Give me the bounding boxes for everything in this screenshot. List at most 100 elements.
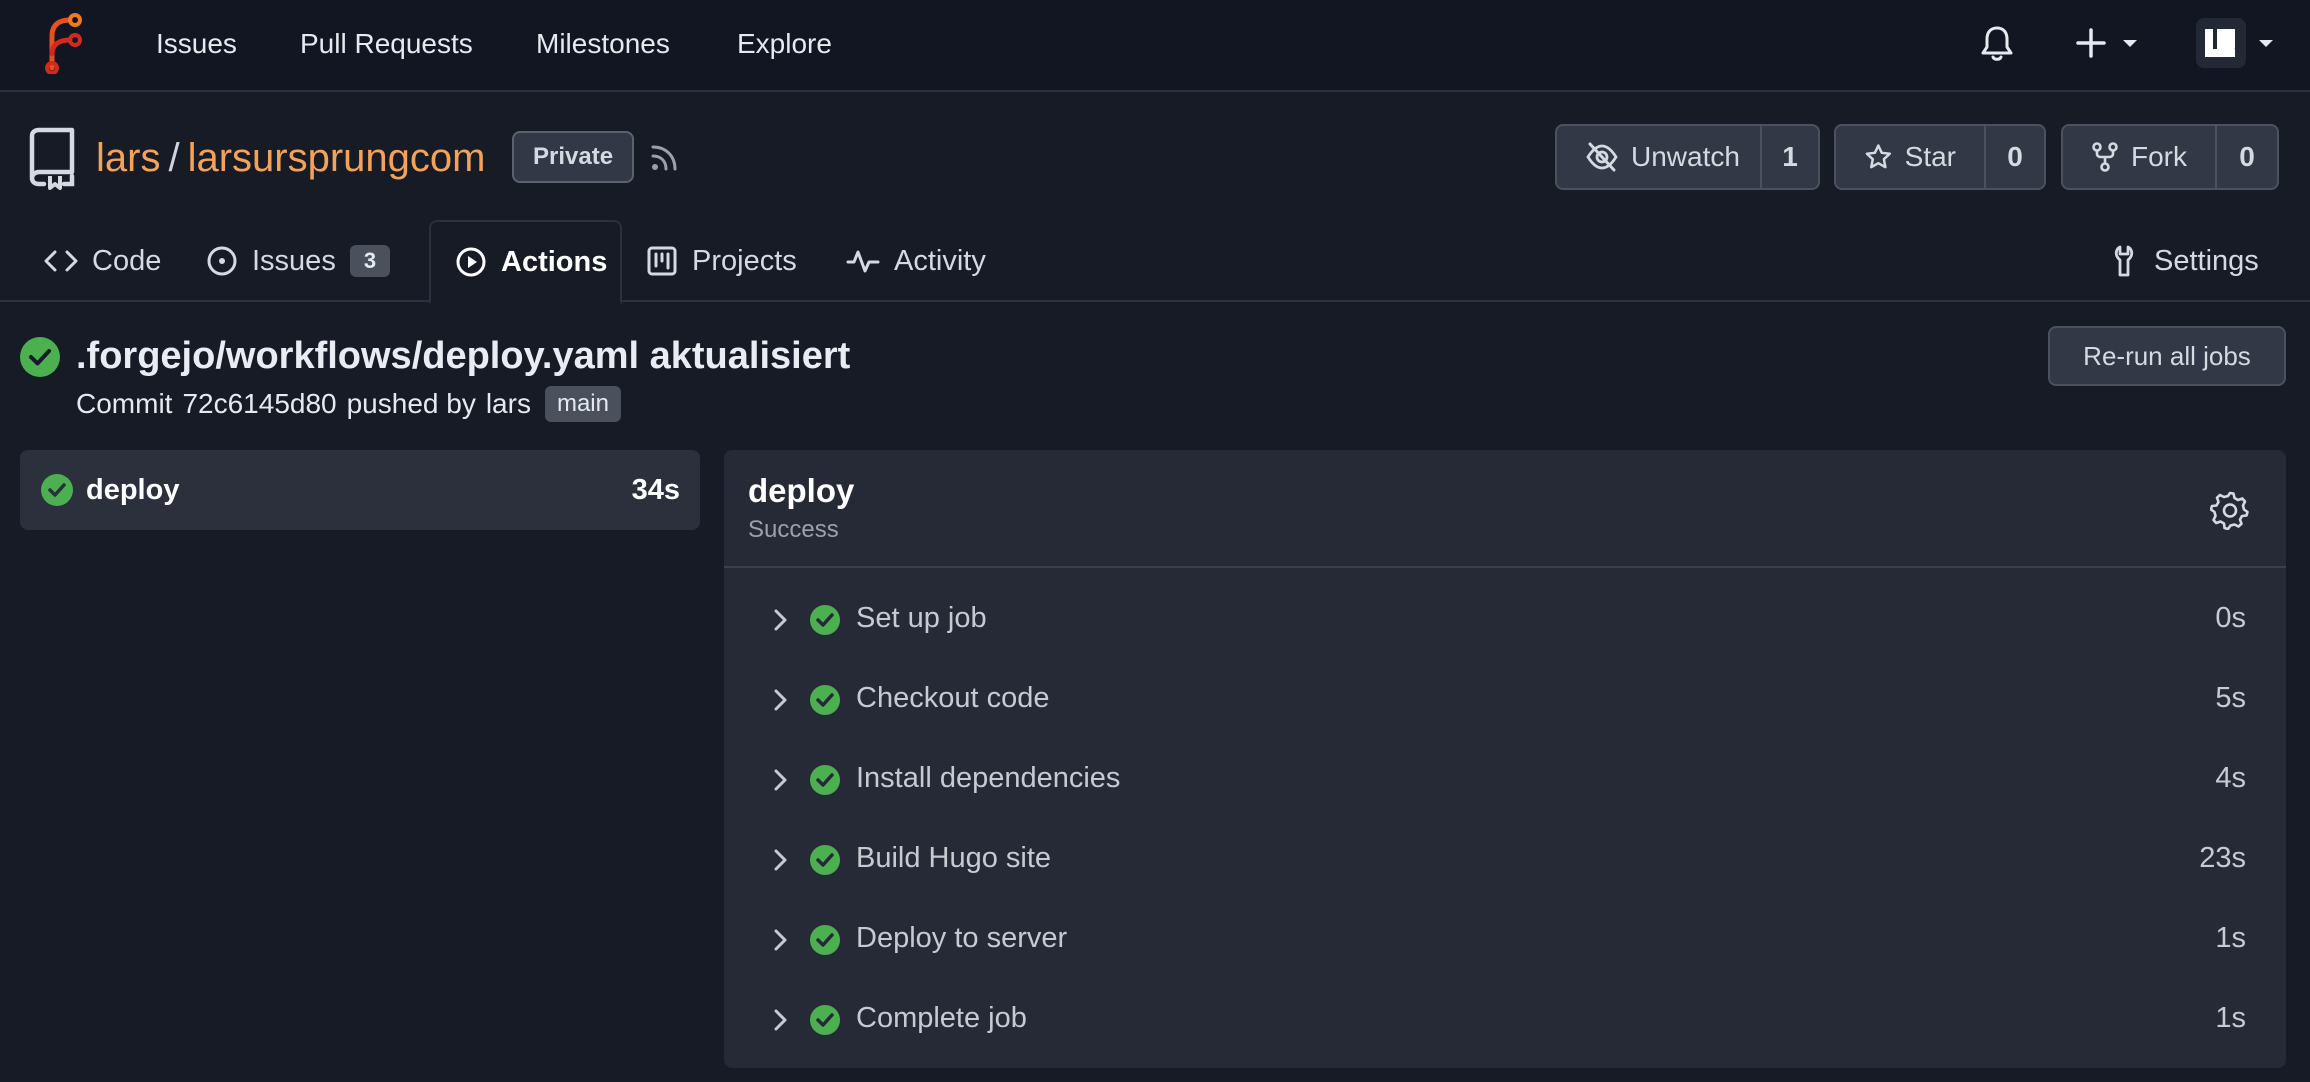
job-detail-header: deploy Success: [724, 450, 2286, 568]
step-label: Install dependencies: [856, 762, 1121, 794]
job-duration: 34s: [631, 473, 680, 506]
step-duration: 4s: [2215, 762, 2246, 794]
commit-label: Commit: [76, 388, 173, 419]
success-check-icon: [20, 337, 60, 377]
commit-sha-link[interactable]: 72c6145d80: [182, 388, 336, 420]
gear-icon[interactable]: [2210, 490, 2250, 530]
run-meta: Commit 72c6145d80 pushed by lars main: [76, 386, 621, 422]
unwatch-label: Unwatch: [1631, 141, 1740, 172]
success-check-icon: [810, 925, 840, 955]
tab-actions-label: Actions: [501, 245, 608, 278]
forgejo-logo-icon[interactable]: [42, 12, 86, 74]
issues-count-badge: 3: [349, 245, 391, 277]
step-checkout-code[interactable]: Checkout code 5s: [724, 660, 2286, 740]
tab-actions[interactable]: Actions: [429, 220, 622, 304]
step-duration: 23s: [2199, 842, 2246, 874]
plus-icon: [2076, 28, 2137, 58]
success-check-icon: [810, 605, 840, 635]
nav-pull-requests-link[interactable]: Pull Requests: [300, 26, 473, 62]
create-menu-button[interactable]: [2076, 24, 2146, 64]
nav-milestones-link[interactable]: Milestones: [536, 26, 670, 62]
play-circle-icon: [456, 247, 486, 277]
unwatch-button[interactable]: Unwatch: [1557, 126, 1760, 188]
watch-button-group: Unwatch 1: [1555, 124, 1820, 190]
tab-settings[interactable]: Settings: [2112, 220, 2259, 302]
step-label: Build Hugo site: [856, 842, 1052, 874]
watchers-count[interactable]: 1: [1760, 126, 1818, 188]
job-list-item-deploy[interactable]: deploy 34s: [20, 450, 700, 530]
repo-owner-link[interactable]: lars: [96, 134, 160, 182]
tab-issues-label: Issues: [252, 244, 336, 277]
author-link[interactable]: lars: [486, 388, 531, 420]
star-label: Star: [1904, 141, 1956, 172]
star-icon: [1865, 144, 1892, 169]
tab-activity-label: Activity: [894, 244, 986, 277]
nav-issues-link[interactable]: Issues: [156, 26, 237, 62]
bell-icon[interactable]: [1980, 24, 2014, 62]
step-duration: 5s: [2215, 682, 2246, 714]
eye-slash-icon: [1586, 142, 1618, 172]
step-install-dependencies[interactable]: Install dependencies 4s: [724, 740, 2286, 820]
step-build-hugo-site[interactable]: Build Hugo site 23s: [724, 820, 2286, 900]
chevron-right-icon: [774, 1009, 787, 1031]
job-detail-panel: deploy Success Set up job 0s Checkout co…: [724, 450, 2286, 1068]
repo-title: lars / larsursprungcom: [96, 134, 485, 182]
rss-icon[interactable]: [648, 142, 680, 174]
success-check-icon: [810, 845, 840, 875]
run-title: .forgejo/workflows/deploy.yaml aktualisi…: [76, 335, 851, 377]
tab-issues[interactable]: Issues 3: [206, 220, 391, 302]
top-navigation: Issues Pull Requests Milestones Explore: [0, 0, 2310, 92]
fork-label: Fork: [2131, 141, 2187, 172]
tab-activity[interactable]: Activity: [846, 220, 986, 302]
chevron-down-icon: [2259, 40, 2273, 47]
tab-settings-label: Settings: [2154, 244, 2259, 277]
pulse-icon: [846, 250, 880, 273]
forks-count[interactable]: 0: [2215, 126, 2277, 188]
code-icon: [44, 250, 78, 272]
success-check-icon: [810, 1005, 840, 1035]
repo-icon: [29, 127, 75, 190]
step-duration: 1s: [2215, 1002, 2246, 1034]
tab-projects-label: Projects: [692, 244, 797, 277]
fork-button-group: Fork 0: [2061, 124, 2279, 190]
star-button[interactable]: Star: [1836, 126, 1984, 188]
stars-count[interactable]: 0: [1984, 126, 2044, 188]
step-duration: 0s: [2215, 602, 2246, 634]
avatar: [2196, 18, 2246, 68]
step-complete-job[interactable]: Complete job 1s: [724, 980, 2286, 1060]
nav-explore-link[interactable]: Explore: [737, 26, 832, 62]
step-label: Set up job: [856, 602, 987, 634]
chevron-right-icon: [774, 769, 787, 791]
success-check-icon: [810, 685, 840, 715]
star-button-group: Star 0: [1834, 124, 2046, 190]
tab-code[interactable]: Code: [44, 220, 161, 302]
job-detail-title: deploy: [748, 472, 855, 509]
tab-projects[interactable]: Projects: [646, 220, 797, 302]
step-deploy-to-server[interactable]: Deploy to server 1s: [724, 900, 2286, 980]
fork-icon: [2092, 142, 2118, 172]
repo-name-link[interactable]: larsursprungcom: [188, 134, 486, 182]
chevron-right-icon: [774, 689, 787, 711]
chevron-right-icon: [774, 929, 787, 951]
chevron-right-icon: [774, 849, 787, 871]
step-label: Deploy to server: [856, 922, 1068, 954]
pushed-by-label: pushed by: [346, 388, 476, 419]
step-label: Complete job: [856, 1002, 1027, 1034]
issue-icon: [207, 246, 237, 276]
success-check-icon: [810, 765, 840, 795]
rerun-all-jobs-button[interactable]: Re-run all jobs: [2048, 326, 2286, 386]
step-set-up-job[interactable]: Set up job 0s: [724, 580, 2286, 660]
tab-code-label: Code: [92, 244, 162, 277]
repo-separator: /: [168, 136, 180, 180]
wrench-icon: [2114, 245, 2134, 277]
project-board-icon: [647, 246, 677, 276]
fork-button[interactable]: Fork: [2063, 126, 2215, 188]
user-menu-button[interactable]: [2196, 18, 2280, 70]
chevron-right-icon: [774, 609, 787, 631]
repo-tab-bar: Code Issues 3 Actions Projects Activity: [0, 220, 2310, 304]
job-name: deploy: [86, 473, 180, 506]
step-duration: 1s: [2215, 922, 2246, 954]
avatar-image-icon: [2205, 29, 2235, 57]
branch-badge[interactable]: main: [544, 386, 621, 422]
private-badge: Private: [512, 131, 635, 183]
